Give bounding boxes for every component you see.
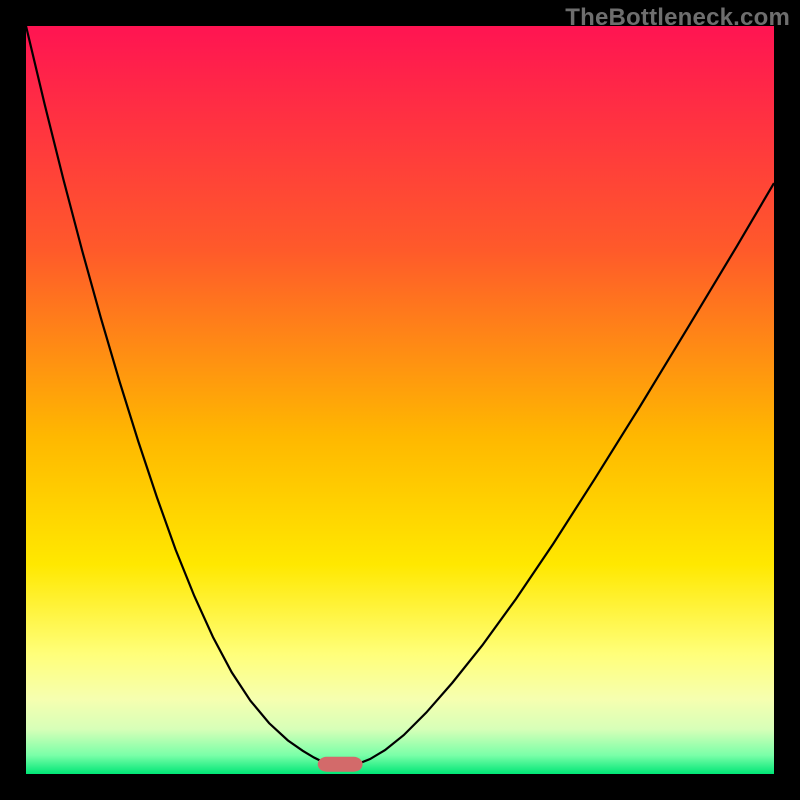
chart-frame: TheBottleneck.com: [0, 0, 800, 800]
watermark-text: TheBottleneck.com: [565, 4, 790, 32]
plot-svg: [26, 26, 774, 774]
vertex-marker: [318, 757, 363, 772]
plot-area: [26, 26, 774, 774]
gradient-background: [26, 26, 774, 774]
